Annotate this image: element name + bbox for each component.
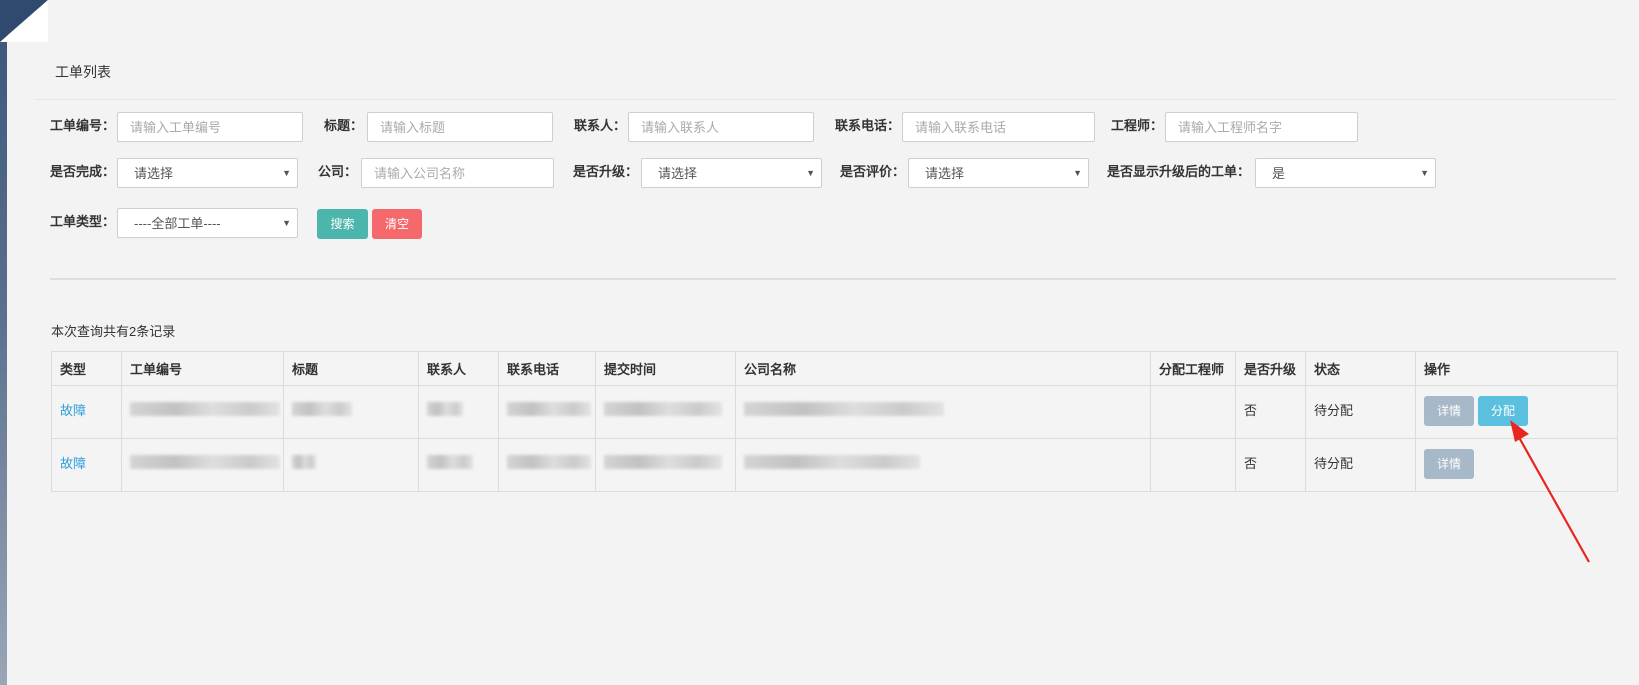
order-no-label: 工单编号： [50,118,116,133]
section-divider [50,278,1616,280]
chevron-down-icon: ▼ [282,168,291,178]
redacted-phone [507,401,591,416]
col-header-company: 公司名称 [735,351,1151,386]
title-label: 标题： [324,118,364,133]
detail-button[interactable]: 详情 [1424,449,1474,479]
col-header-type: 类型 [51,351,122,386]
redacted-submit-time [604,401,722,416]
redacted-company [744,454,920,469]
col-header-order-no: 工单编号 [121,351,284,386]
redacted-contact [427,401,463,416]
redacted-order-no [130,454,280,469]
redacted-title [292,454,316,469]
company-label: 公司： [318,164,358,179]
order-no-input[interactable] [117,112,303,142]
col-header-upgraded: 是否升级 [1235,351,1306,386]
col-header-phone: 联系电话 [498,351,596,386]
redacted-order-no [130,401,280,416]
chevron-down-icon: ▼ [282,218,291,228]
evaluated-select-value: 请选择 [925,166,965,181]
row-type-link[interactable]: 故障 [60,456,86,471]
left-sidebar-edge [0,0,7,685]
chevron-down-icon: ▼ [806,168,815,178]
evaluated-select[interactable]: 请选择 ▼ [908,158,1089,188]
col-header-status: 状态 [1305,351,1416,386]
row-upgraded: 否 [1235,385,1306,439]
order-type-label: 工单类型： [50,214,116,229]
order-type-select[interactable]: ----全部工单---- ▼ [117,208,298,238]
redacted-title [292,401,352,416]
work-order-table: 类型 工单编号 标题 联系人 联系电话 提交时间 公司名称 分配工程师 是否升级… [51,351,1618,492]
row-type-link[interactable]: 故障 [60,403,86,418]
title-input[interactable] [367,112,553,142]
completed-label: 是否完成： [50,164,116,179]
chevron-down-icon: ▼ [1073,168,1082,178]
col-header-submit-time: 提交时间 [595,351,736,386]
redacted-contact [427,454,473,469]
row-engineer-cell [1150,438,1236,492]
order-type-select-value: ----全部工单---- [134,216,221,231]
engineer-label: 工程师： [1111,118,1164,133]
upgraded-select-value: 请选择 [658,166,698,181]
show-upgraded-label: 是否显示升级后的工单： [1107,164,1251,179]
completed-select[interactable]: 请选择 ▼ [117,158,298,188]
row-engineer-cell [1150,385,1236,439]
col-header-actions: 操作 [1415,351,1618,386]
upgraded-label: 是否升级： [573,164,639,179]
table-row: 故障 否 待分配 详情 分配 [51,385,1618,439]
table-row: 故障 否 待分配 详情 [51,438,1618,492]
show-upgraded-select[interactable]: 是 ▼ [1255,158,1436,188]
show-upgraded-select-value: 是 [1272,166,1286,181]
contact-input[interactable] [628,112,814,142]
evaluated-label: 是否评价： [840,164,906,179]
redacted-company [744,401,944,416]
panel-title: 工单列表 [55,64,111,80]
result-count: 本次查询共有2条记录 [51,324,176,339]
title-divider [36,99,1616,100]
contact-label: 联系人： [574,118,627,133]
chevron-down-icon: ▼ [1420,168,1429,178]
row-status: 待分配 [1305,438,1416,492]
completed-select-value: 请选择 [134,166,174,181]
col-header-engineer: 分配工程师 [1150,351,1236,386]
corner-fold-icon [0,0,48,42]
detail-button[interactable]: 详情 [1424,396,1474,426]
redacted-phone [507,454,591,469]
engineer-input[interactable] [1165,112,1358,142]
phone-input[interactable] [902,112,1095,142]
clear-button[interactable]: 清空 [372,209,422,239]
row-status: 待分配 [1305,385,1416,439]
redacted-submit-time [604,454,722,469]
annotation-arrow-icon [1510,420,1590,563]
col-header-contact: 联系人 [418,351,499,386]
table-header-row: 类型 工单编号 标题 联系人 联系电话 提交时间 公司名称 分配工程师 是否升级… [51,351,1618,386]
company-input[interactable] [361,158,554,188]
search-button[interactable]: 搜索 [317,209,368,239]
phone-label: 联系电话： [835,118,901,133]
upgraded-select[interactable]: 请选择 ▼ [641,158,822,188]
row-upgraded: 否 [1235,438,1306,492]
col-header-title: 标题 [283,351,419,386]
